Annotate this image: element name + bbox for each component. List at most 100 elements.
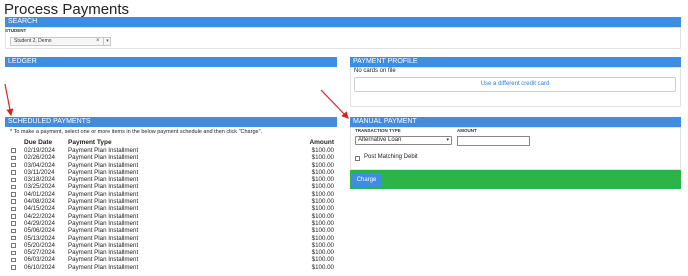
due-date-cell: 02/26/2024	[24, 154, 55, 162]
amount-cell: $100.00	[311, 183, 334, 191]
scheduled-payments-header: SCHEDULED PAYMENTS	[5, 117, 337, 127]
payment-type-cell: Payment Plan Installment	[68, 147, 139, 154]
amount-label: AMOUNT	[457, 128, 477, 133]
row-checkbox[interactable]	[11, 170, 16, 175]
amount-input[interactable]	[457, 136, 530, 146]
payment-type-cell: Payment Plan Installment	[68, 263, 139, 271]
table-row: 06/03/2024 Payment Plan Installment $100.0…	[10, 256, 336, 263]
student-label: STUDENT	[5, 28, 27, 33]
transaction-type-select[interactable]: Alternative Loan ▾	[355, 136, 452, 145]
row-checkbox[interactable]	[11, 250, 16, 256]
column-header-payment-type: Payment Type	[68, 139, 112, 146]
payment-type-cell: Payment Plan Installment	[68, 249, 139, 257]
due-date-cell: 06/03/2024	[24, 256, 55, 264]
arrow-to-manual-payment	[320, 89, 349, 119]
due-date-cell: 05/06/2024	[24, 227, 55, 235]
row-checkbox[interactable]	[11, 214, 16, 219]
due-date-cell: 04/01/2024	[24, 190, 55, 198]
due-date-cell: 04/22/2024	[24, 212, 55, 220]
payment-type-cell: Payment Plan Installment	[68, 212, 139, 220]
payment-type-cell: Payment Plan Installment	[68, 219, 139, 227]
table-row: 05/06/2024 Payment Plan Installment $100.0…	[10, 227, 336, 234]
table-header-row: Due Date Payment Type Amount	[10, 139, 336, 147]
row-checkbox[interactable]	[11, 184, 16, 190]
table-row: 03/25/2024 Payment Plan Installment $100.0…	[10, 183, 336, 190]
post-matching-debit-label: Post Matching Debit	[364, 154, 418, 160]
table-row: 04/08/2024 Payment Plan Installment $100.0…	[10, 198, 336, 205]
due-date-cell: 04/29/2024	[24, 219, 55, 227]
table-row: 06/10/2024 Payment Plan Installment $100.0…	[10, 264, 336, 271]
manual-payment-header: MANUAL PAYMENT	[350, 117, 681, 127]
row-checkbox[interactable]	[11, 228, 16, 234]
page-title: Process Payments	[4, 1, 130, 18]
post-matching-debit-checkbox[interactable]	[355, 156, 360, 161]
payment-profile-header: PAYMENT PROFILE	[350, 57, 681, 67]
row-checkbox[interactable]	[11, 155, 16, 161]
scheduled-payments-note: * To make a payment, select one or more …	[10, 129, 263, 135]
table-row: 04/01/2024 Payment Plan Installment $100.0…	[10, 191, 336, 198]
row-checkbox[interactable]	[11, 199, 16, 204]
payment-type-cell: Payment Plan Installment	[68, 154, 139, 162]
amount-cell: $100.00	[311, 176, 334, 184]
due-date-cell: 06/10/2024	[24, 263, 55, 271]
table-row: 03/11/2024 Payment Plan Installment $100.0…	[10, 169, 336, 176]
table-row: 05/13/2024 Payment Plan Installment $100.0…	[10, 235, 336, 242]
table-row: 04/15/2024 Payment Plan Installment $100.0…	[10, 205, 336, 212]
amount-cell: $100.00	[311, 256, 334, 264]
amount-cell: $100.00	[311, 154, 334, 162]
due-date-cell: 03/25/2024	[24, 183, 55, 191]
arrow-to-scheduled-payments	[4, 83, 14, 117]
ledger-panel-header: LEDGER	[5, 57, 337, 67]
payment-type-cell: Payment Plan Installment	[68, 227, 139, 235]
search-panel-header: SEARCH	[5, 17, 681, 27]
scheduled-rows: 02/19/2024 Payment Plan Installment $100.0…	[10, 147, 336, 271]
transaction-type-value: Alternative Loan	[358, 137, 402, 143]
column-header-due-date: Due Date	[24, 139, 53, 146]
table-row: 02/26/2024 Payment Plan Installment $100.0…	[10, 154, 336, 161]
payment-type-cell: Payment Plan Installment	[68, 241, 139, 249]
row-checkbox[interactable]	[11, 206, 16, 212]
due-date-cell: 03/11/2024	[24, 168, 55, 176]
due-date-cell: 05/27/2024	[24, 249, 55, 257]
amount-cell: $100.00	[311, 205, 334, 213]
payment-type-cell: Payment Plan Installment	[68, 176, 139, 184]
clear-icon[interactable]: ×	[96, 37, 100, 46]
payment-type-cell: Payment Plan Installment	[68, 190, 139, 198]
payment-type-cell: Payment Plan Installment	[68, 198, 139, 206]
amount-cell: $100.00	[311, 212, 334, 220]
no-cards-text: No cards on file	[354, 68, 396, 74]
payment-type-cell: Payment Plan Installment	[68, 205, 139, 213]
due-date-cell: 02/19/2024	[24, 147, 55, 154]
row-checkbox[interactable]	[11, 221, 16, 226]
row-checkbox[interactable]	[11, 177, 16, 183]
table-row: 03/18/2024 Payment Plan Installment $100.0…	[10, 176, 336, 183]
row-checkbox[interactable]	[11, 257, 16, 263]
table-row: 04/29/2024 Payment Plan Installment $100.0…	[10, 220, 336, 227]
scheduled-payments-table: Due Date Payment Type Amount 02/19/2024 P…	[10, 139, 336, 271]
chevron-down-icon: ▾	[446, 137, 449, 143]
payment-type-cell: Payment Plan Installment	[68, 183, 139, 191]
due-date-cell: 04/15/2024	[24, 205, 55, 213]
row-checkbox[interactable]	[11, 148, 16, 153]
amount-cell: $100.00	[311, 168, 334, 176]
charge-bar	[350, 170, 681, 189]
amount-cell: $100.00	[311, 249, 334, 257]
row-checkbox[interactable]	[11, 243, 16, 248]
use-different-card-button[interactable]: Use a different credit card	[354, 77, 676, 92]
payment-type-cell: Payment Plan Installment	[68, 234, 139, 242]
table-row: 02/19/2024 Payment Plan Installment $100.0…	[10, 147, 336, 154]
amount-cell: $100.00	[311, 198, 334, 206]
due-date-cell: 05/20/2024	[24, 241, 55, 249]
amount-cell: $100.00	[311, 190, 334, 198]
amount-cell: $100.00	[311, 234, 334, 242]
row-checkbox[interactable]	[11, 265, 16, 270]
chevron-down-icon[interactable]: ▾	[103, 37, 111, 46]
charge-button[interactable]: Charge	[352, 173, 381, 187]
due-date-cell: 03/18/2024	[24, 176, 55, 184]
row-checkbox[interactable]	[11, 235, 16, 241]
payment-type-cell: Payment Plan Installment	[68, 161, 139, 169]
due-date-cell: 05/13/2024	[24, 234, 55, 242]
row-checkbox[interactable]	[11, 162, 16, 168]
row-checkbox[interactable]	[11, 192, 16, 197]
amount-cell: $100.00	[311, 147, 334, 154]
